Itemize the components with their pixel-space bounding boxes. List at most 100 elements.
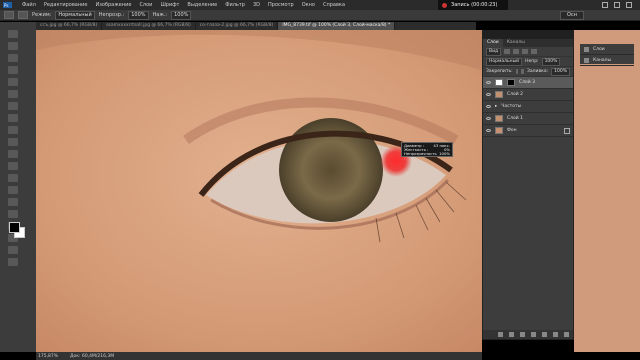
layer-filter-row: Вид bbox=[483, 47, 573, 57]
adjustment-icon[interactable] bbox=[531, 332, 536, 337]
opacity-field[interactable]: 100% bbox=[128, 10, 149, 20]
layer-kind-select[interactable]: Вид bbox=[486, 47, 502, 56]
visibility-eye-icon[interactable] bbox=[486, 117, 491, 120]
menu-filter[interactable]: Фильтр bbox=[221, 2, 249, 8]
fill-field[interactable]: 100% bbox=[551, 67, 570, 76]
tooltip-opacity-value: 100% bbox=[439, 151, 450, 157]
canvas-right-area bbox=[574, 30, 640, 352]
menu-select[interactable]: Выделение bbox=[183, 2, 221, 8]
lock-label: Закрепить: bbox=[486, 69, 513, 74]
lock-row: Закрепить: Заливка: 100% bbox=[483, 67, 573, 77]
new-group-icon[interactable] bbox=[542, 332, 547, 337]
layers-panel: Слои Каналы Вид Нормальный Непр: 100% За… bbox=[482, 38, 574, 340]
menu-3d[interactable]: 3D bbox=[249, 2, 264, 8]
workspace-select[interactable]: Осн bbox=[560, 10, 584, 20]
layer-opacity-field[interactable]: 100% bbox=[541, 57, 561, 66]
tab-document-active[interactable]: IMG_8739.tif @ 100% (Слой 3, Слой-маска/… bbox=[278, 22, 396, 30]
menu-help[interactable]: Справка bbox=[319, 2, 349, 8]
menu-window[interactable]: Окно bbox=[298, 2, 319, 8]
zoom-level[interactable]: 175,87% bbox=[38, 354, 58, 359]
filter-shape-icon[interactable] bbox=[531, 49, 538, 54]
layer-name: Слой 2 bbox=[507, 92, 523, 97]
brush-tool-icon[interactable] bbox=[4, 11, 14, 19]
eraser-tool-icon[interactable] bbox=[8, 150, 18, 158]
filter-pixel-icon[interactable] bbox=[504, 49, 511, 54]
layer-mask-thumbnail[interactable] bbox=[507, 79, 515, 86]
healing-tool-icon[interactable] bbox=[8, 102, 18, 110]
maximize-icon[interactable] bbox=[614, 2, 620, 8]
tab-document-2[interactable]: ssamxxxxrrtsoll.jpg @ 66,7% (RGB/8) bbox=[102, 22, 196, 30]
add-mask-icon[interactable] bbox=[520, 332, 525, 337]
menu-layers[interactable]: Слои bbox=[135, 2, 156, 8]
collapsed-panel-channels[interactable]: Каналы bbox=[580, 55, 634, 66]
menu-edit[interactable]: Редактирование bbox=[40, 2, 92, 8]
tab-layers[interactable]: Слои bbox=[483, 39, 503, 47]
minimize-icon[interactable] bbox=[602, 2, 608, 8]
color-swatches[interactable] bbox=[9, 222, 25, 238]
link-layers-icon[interactable] bbox=[498, 332, 503, 337]
layer-thumbnail bbox=[495, 127, 503, 134]
collapsed-panel-layers[interactable]: Слои bbox=[580, 44, 634, 55]
trash-icon[interactable] bbox=[564, 332, 569, 337]
dodge-tool-icon[interactable] bbox=[8, 186, 18, 194]
fill-label: Заливка: bbox=[527, 69, 549, 74]
tab-document-1[interactable]: ссъ.jpg @ 66,7% (RGB/8) bbox=[36, 22, 103, 30]
layer-thumbnail bbox=[495, 115, 503, 122]
menu-view[interactable]: Просмотр bbox=[264, 2, 298, 8]
mode-label: Режим: bbox=[32, 12, 52, 18]
stamp-tool-icon[interactable] bbox=[8, 126, 18, 134]
eyedropper-tool-icon[interactable] bbox=[8, 90, 18, 98]
filter-type-icon[interactable] bbox=[522, 49, 529, 54]
layer-row-layer3[interactable]: Слой 3 bbox=[483, 77, 573, 89]
marquee-tool-icon[interactable] bbox=[8, 42, 18, 50]
toolbox bbox=[0, 22, 36, 352]
gradient-tool-icon[interactable] bbox=[8, 162, 18, 170]
channels-panel-icon bbox=[584, 57, 589, 63]
lasso-tool-icon[interactable] bbox=[8, 54, 18, 62]
close-icon[interactable] bbox=[626, 2, 632, 8]
opacity-row: Непрозрачность : 100% bbox=[404, 151, 450, 161]
lock-pixels-icon[interactable] bbox=[515, 69, 519, 74]
layer-row-layer1[interactable]: Слой 1 bbox=[483, 113, 573, 125]
blur-tool-icon[interactable] bbox=[8, 174, 18, 182]
pen-tool-icon[interactable] bbox=[8, 198, 18, 206]
type-tool-icon[interactable] bbox=[8, 210, 18, 218]
document-canvas[interactable] bbox=[36, 30, 482, 352]
quick-select-tool-icon[interactable] bbox=[8, 66, 18, 74]
crop-tool-icon[interactable] bbox=[8, 78, 18, 86]
layer-opacity-label: Непр: bbox=[525, 59, 539, 64]
foreground-color-swatch[interactable] bbox=[9, 222, 20, 233]
visibility-eye-icon[interactable] bbox=[486, 129, 491, 132]
layers-panel-icon bbox=[584, 46, 589, 52]
collapsed-panels: Слои Каналы bbox=[580, 44, 634, 66]
layer-row-group[interactable]: ▸ Частоты bbox=[483, 101, 573, 113]
lock-position-icon[interactable] bbox=[521, 69, 525, 74]
layer-row-layer2[interactable]: Слой 2 bbox=[483, 89, 573, 101]
menu-type[interactable]: Шрифт bbox=[156, 2, 183, 8]
status-bar: 175,87% Док: 60,4М/216,3М bbox=[36, 352, 482, 360]
brush-tool-icon-toolbox[interactable] bbox=[8, 114, 18, 122]
flow-field[interactable]: 100% bbox=[171, 10, 192, 20]
layer-row-background[interactable]: Фон bbox=[483, 125, 573, 137]
layer-name: Фон bbox=[507, 128, 517, 133]
history-brush-tool-icon[interactable] bbox=[8, 138, 18, 146]
options-bar: Режим: Нормальный Непрозр.: 100% Наж.: 1… bbox=[0, 10, 640, 21]
visibility-eye-icon[interactable] bbox=[486, 105, 491, 108]
mode-select[interactable]: Нормальный bbox=[55, 10, 95, 20]
hand-tool-icon[interactable] bbox=[8, 246, 18, 254]
move-tool-icon[interactable] bbox=[8, 30, 18, 38]
fx-icon[interactable] bbox=[509, 332, 514, 337]
panel-dock-top bbox=[482, 30, 574, 38]
visibility-eye-icon[interactable] bbox=[486, 81, 491, 84]
document-tabs: ссъ.jpg @ 66,7% (RGB/8) ssamxxxxrrtsoll.… bbox=[36, 22, 476, 30]
tab-channels[interactable]: Каналы bbox=[503, 39, 529, 47]
tab-document-3[interactable]: со-глаза-2.jpg @ 66,7% (RGB/8) bbox=[196, 22, 279, 30]
new-layer-icon[interactable] bbox=[553, 332, 558, 337]
menu-file[interactable]: Файл bbox=[18, 2, 40, 8]
blend-mode-select[interactable]: Нормальный bbox=[486, 57, 523, 66]
brush-preset-icon[interactable] bbox=[18, 11, 28, 19]
filter-adjust-icon[interactable] bbox=[513, 49, 520, 54]
menu-image[interactable]: Изображение bbox=[91, 2, 135, 8]
visibility-eye-icon[interactable] bbox=[486, 93, 491, 96]
zoom-tool-icon[interactable] bbox=[8, 258, 18, 266]
